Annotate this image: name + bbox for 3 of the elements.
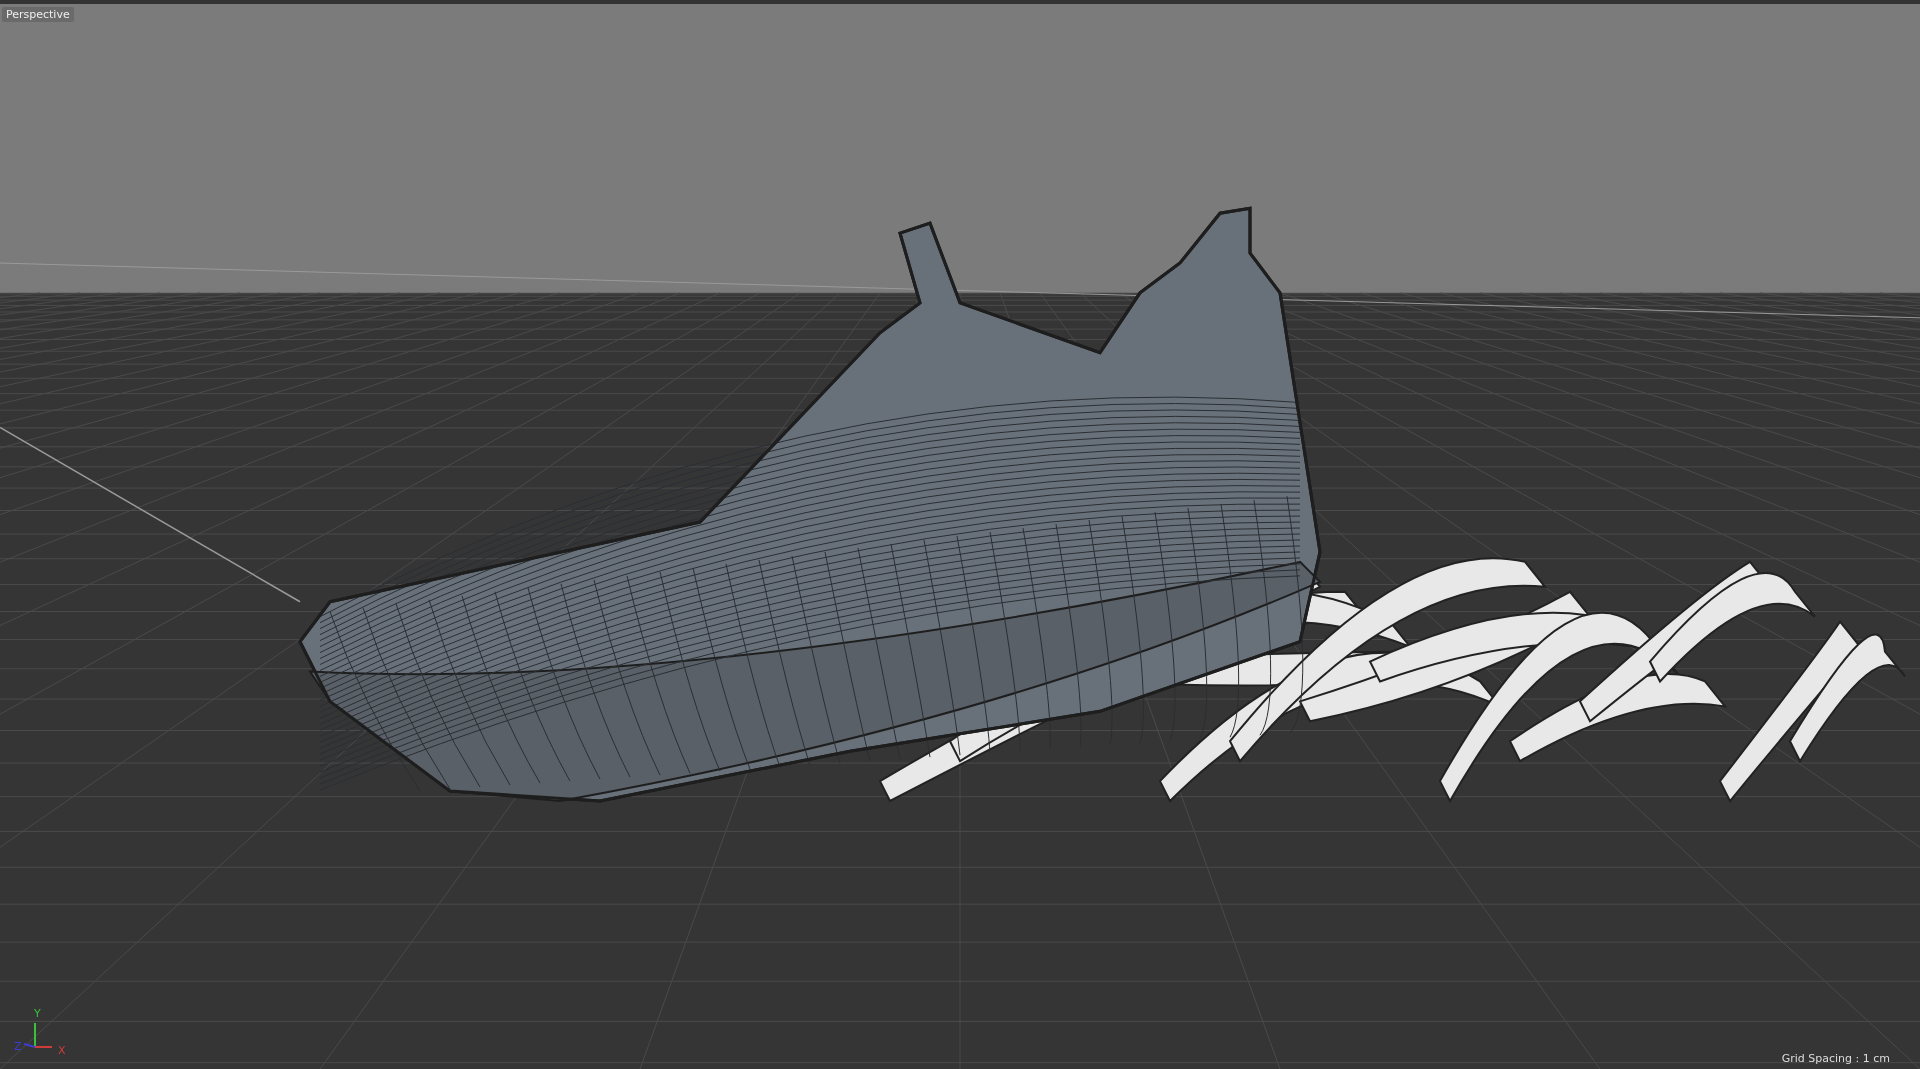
grid-spacing-text: Grid Spacing : 1 cm (1781, 1052, 1890, 1065)
viewport-3d[interactable]: Perspective Y Z X Grid Spacing : 1 cm (0, 0, 1920, 1069)
viewport-label: Perspective (2, 7, 74, 22)
